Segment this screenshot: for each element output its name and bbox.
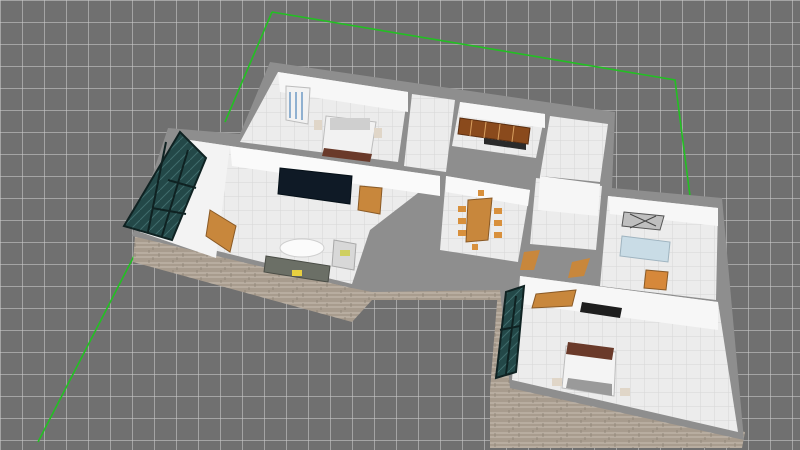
floor-plan-scene[interactable] bbox=[0, 0, 800, 450]
3d-viewport[interactable] bbox=[0, 0, 800, 450]
door-icon[interactable] bbox=[357, 185, 383, 215]
store-floor bbox=[540, 116, 608, 182]
wardrobe-icon[interactable] bbox=[285, 85, 311, 125]
cabinet-icon[interactable] bbox=[331, 239, 357, 271]
cabinet-icon[interactable] bbox=[643, 269, 669, 291]
hall-floor bbox=[404, 94, 455, 172]
round-table-icon[interactable] bbox=[279, 238, 325, 258]
